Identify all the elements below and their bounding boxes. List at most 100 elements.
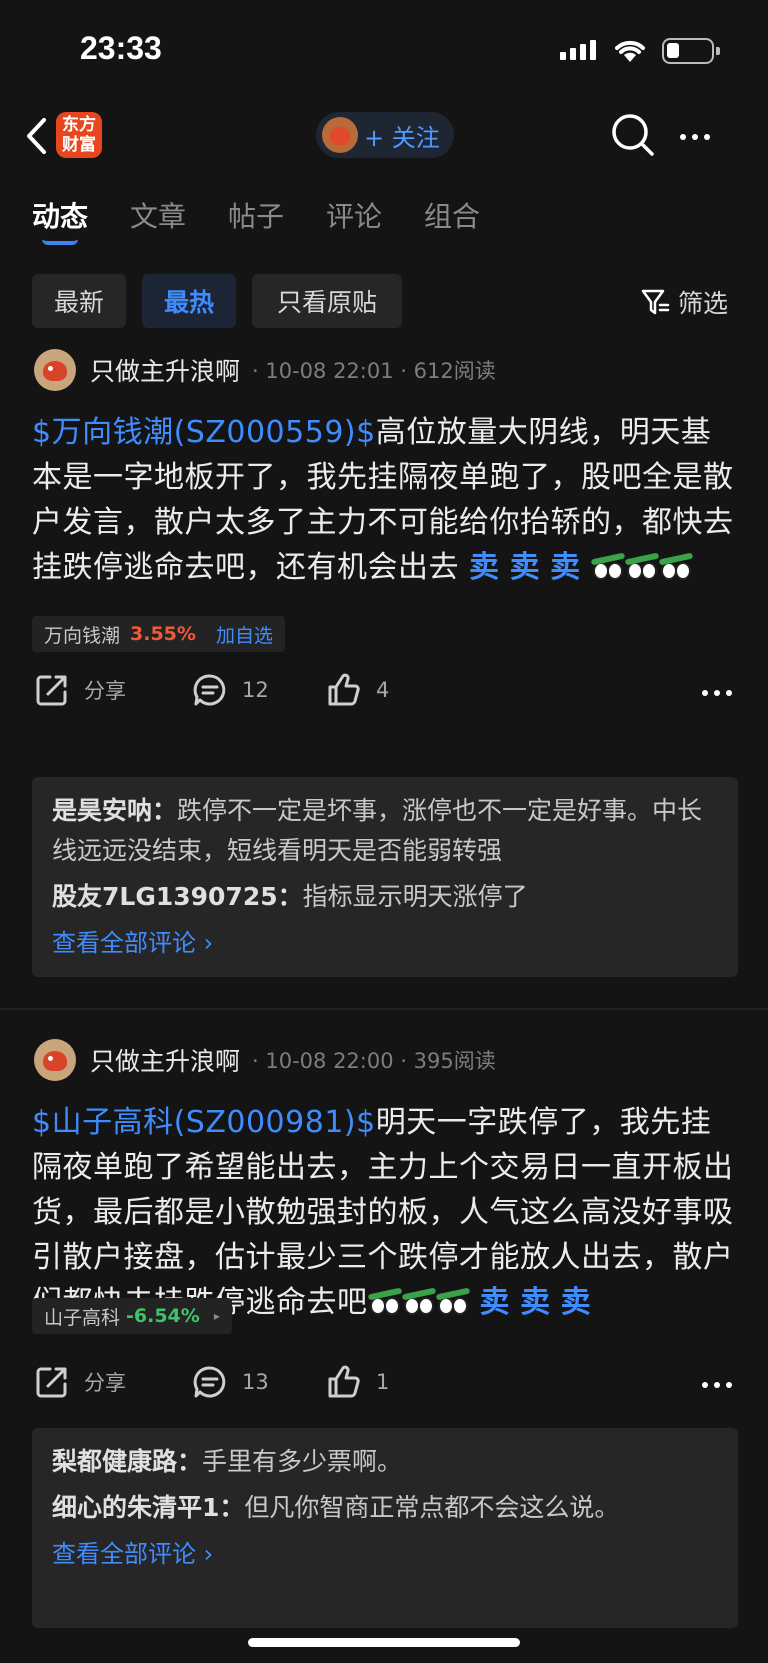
- tab-articles[interactable]: 文章: [130, 195, 186, 235]
- dot-icon: [702, 1382, 708, 1388]
- avatar[interactable]: [34, 349, 76, 391]
- sell-emoji: 卖: [550, 550, 581, 585]
- chip-latest[interactable]: 最新: [32, 274, 126, 328]
- post-header: 只做主升浪啊 · 10-08 22:01 · 612阅读: [34, 348, 496, 392]
- comment-icon: [193, 674, 226, 706]
- thumbs-up-icon: [328, 1365, 360, 1398]
- search-icon: [612, 114, 654, 156]
- chip-original-only[interactable]: 只看原贴: [252, 274, 402, 328]
- stock-change: 3.55%: [130, 623, 196, 645]
- comment-text: 指标显示明天涨停了: [302, 882, 528, 911]
- eyes-emoji-icon: [624, 552, 659, 580]
- divider: [0, 1008, 768, 1010]
- dot-icon: [714, 690, 720, 696]
- read-count: 612阅读: [413, 359, 496, 383]
- eyes-emoji-icon: [590, 552, 625, 580]
- battery-icon: [662, 38, 720, 64]
- stock-tag[interactable]: 万向钱潮 3.55% 加自选: [32, 616, 285, 652]
- comment-preview[interactable]: 梨都健康路：手里有多少票啊。 细心的朱清平1：但凡你智商正常点都不会这么说。 查…: [32, 1428, 738, 1628]
- post-time: 10-08 22:00: [265, 1049, 394, 1073]
- comment-user[interactable]: 梨都健康路：: [52, 1447, 202, 1476]
- follow-button[interactable]: + 关注: [316, 112, 454, 158]
- filter-label: 筛选: [678, 289, 729, 318]
- like-button[interactable]: 4: [326, 672, 389, 708]
- status-bar: 23:33: [0, 0, 768, 100]
- filter-icon: [641, 289, 670, 315]
- post-more-button[interactable]: [702, 690, 732, 696]
- author-name[interactable]: 只做主升浪啊: [90, 352, 240, 388]
- comment-user[interactable]: 股友7LG1390725：: [52, 882, 303, 911]
- home-indicator[interactable]: [248, 1638, 520, 1647]
- post-actions: 分享 12 4: [0, 672, 768, 716]
- view-all-comments-link[interactable]: 查看全部评论 ›: [52, 1534, 718, 1569]
- thumbs-up-icon: [328, 673, 360, 706]
- post-header: 只做主升浪啊 · 10-08 22:00 · 395阅读: [34, 1038, 496, 1082]
- stock-link[interactable]: $万向钱潮(SZ000559)$: [32, 415, 376, 450]
- filter-row: 最新 最热 只看原贴 筛选: [0, 274, 768, 330]
- eyes-emoji-icon: [401, 1287, 436, 1315]
- add-watchlist-button[interactable]: 加自选: [216, 621, 273, 648]
- active-tab-indicator: [42, 239, 78, 245]
- wifi-icon: [615, 40, 645, 62]
- tab-dynamic[interactable]: 动态: [32, 195, 88, 235]
- comment-button[interactable]: 12: [192, 672, 269, 708]
- view-all-comments-link[interactable]: 查看全部评论 ›: [52, 923, 718, 958]
- sell-emoji: 卖: [509, 550, 541, 585]
- chevron-left-icon: [27, 118, 46, 154]
- cellular-signal-icon: [560, 40, 596, 60]
- more-menu-button[interactable]: [680, 122, 730, 152]
- stock-tag[interactable]: 山子高科 -6.54% ▸: [32, 1298, 232, 1334]
- sell-emoji: 卖: [520, 1285, 551, 1320]
- comment-count: 13: [242, 1370, 269, 1394]
- read-count: 395阅读: [413, 1049, 496, 1073]
- post-text[interactable]: $山子高科(SZ000981)$明天一字跌停了，我先挂隔夜单跑了希望能出去，主力…: [32, 1100, 738, 1325]
- comment-item: 梨都健康路：手里有多少票啊。: [52, 1442, 718, 1482]
- comment-user[interactable]: 细心的朱清平1：: [52, 1493, 244, 1522]
- comment-item: 股友7LG1390725：指标显示明天涨停了: [52, 877, 718, 917]
- comment-button[interactable]: 13: [192, 1364, 269, 1400]
- like-button[interactable]: 1: [326, 1364, 389, 1400]
- stock-link[interactable]: $山子高科(SZ000981)$: [32, 1105, 376, 1140]
- post-meta: · 10-08 22:00 · 395阅读: [252, 1049, 496, 1073]
- author-name[interactable]: 只做主升浪啊: [90, 1042, 240, 1078]
- filter-button[interactable]: 筛选: [640, 284, 728, 320]
- status-time: 23:33: [80, 30, 162, 66]
- post-actions: 分享 13 1: [0, 1364, 768, 1408]
- back-button[interactable]: [18, 114, 54, 158]
- avatar[interactable]: [34, 1039, 76, 1081]
- post-card[interactable]: 只做主升浪啊 · 10-08 22:00 · 395阅读 $山子高科(SZ000…: [0, 1038, 768, 1663]
- comment-user[interactable]: 是昊安呐：: [52, 796, 177, 825]
- top-nav: 东方 财富 + 关注: [0, 100, 768, 175]
- avatar: [322, 117, 358, 153]
- dot-icon: [726, 1382, 732, 1388]
- tab-portfolio[interactable]: 组合: [424, 195, 480, 235]
- comment-preview[interactable]: 是昊安呐：跌停不一定是坏事，涨停也不一定是好事。中长线远远没结束，短线看明天是否…: [32, 777, 738, 977]
- comment-item: 是昊安呐：跌停不一定是坏事，涨停也不一定是好事。中长线远远没结束，短线看明天是否…: [52, 791, 718, 871]
- comment-item: 细心的朱清平1：但凡你智商正常点都不会这么说。: [52, 1488, 718, 1528]
- comment-icon: [193, 1366, 226, 1398]
- logo-line-1: 东方: [62, 115, 96, 135]
- post-text[interactable]: $万向钱潮(SZ000559)$高位放量大阴线，明天基本是一字地板开了，我先挂隔…: [32, 410, 738, 590]
- share-button[interactable]: 分享: [34, 1364, 126, 1400]
- sell-emoji: 卖: [469, 550, 500, 585]
- chevron-right-icon: ▸: [213, 1309, 220, 1323]
- tab-comments[interactable]: 评论: [326, 195, 382, 235]
- eyes-emoji-icon: [367, 1287, 402, 1315]
- follow-label: + 关注: [364, 123, 440, 152]
- profile-tabs: 动态 文章 帖子 评论 组合: [0, 195, 768, 255]
- post-more-button[interactable]: [702, 1382, 732, 1388]
- sell-emoji: 卖: [560, 1285, 592, 1320]
- post-card[interactable]: 只做主升浪啊 · 10-08 22:01 · 612阅读 $万向钱潮(SZ000…: [0, 348, 768, 998]
- share-button[interactable]: 分享: [34, 672, 126, 708]
- comment-count: 12: [242, 678, 269, 702]
- logo-line-2: 财富: [62, 135, 96, 155]
- post-meta: · 10-08 22:01 · 612阅读: [252, 359, 496, 383]
- app-logo[interactable]: 东方 财富: [56, 112, 102, 158]
- chip-hottest[interactable]: 最热: [142, 274, 236, 328]
- dot-icon: [704, 134, 710, 140]
- comment-text: 手里有多少票啊。: [202, 1447, 403, 1476]
- search-button[interactable]: [610, 112, 656, 158]
- tab-posts[interactable]: 帖子: [228, 195, 284, 235]
- stock-name: 万向钱潮: [44, 624, 121, 647]
- share-label: 分享: [84, 679, 126, 703]
